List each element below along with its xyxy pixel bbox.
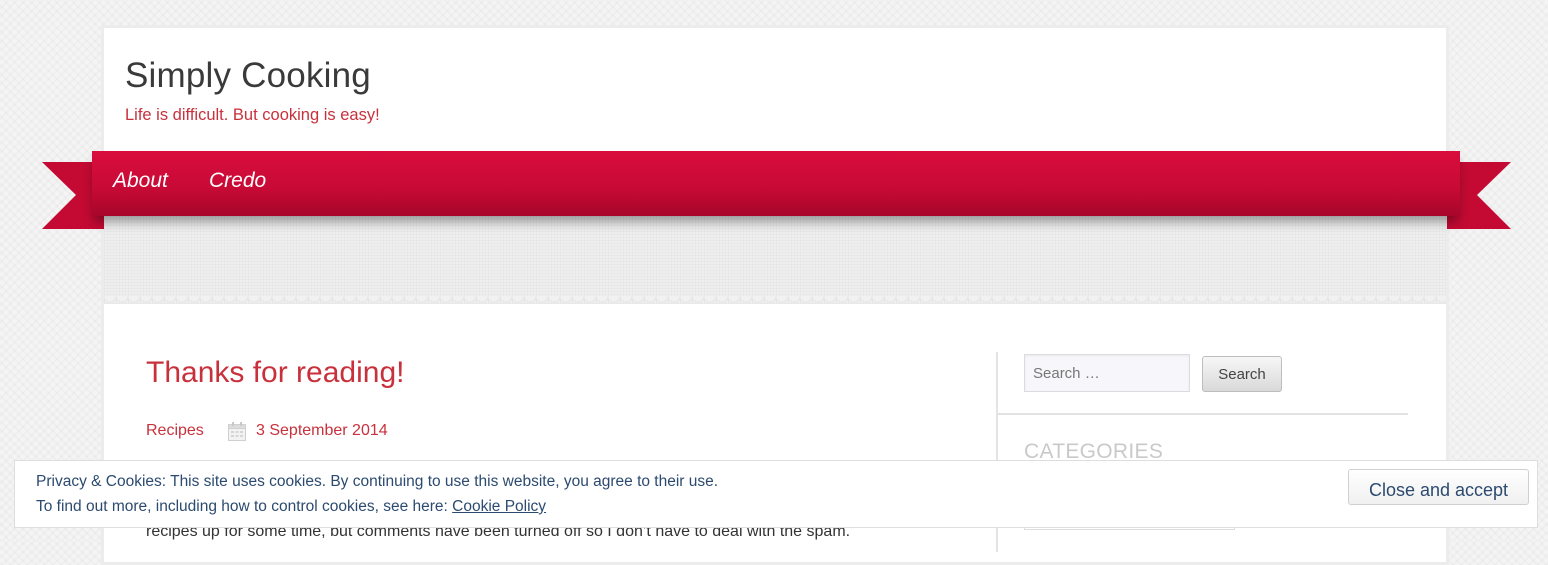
cookie-policy-line: To find out more, including how to contr… [36,498,546,516]
scalloped-edge [104,296,1446,310]
widget-divider [998,413,1408,415]
post-date-link[interactable]: 3 September 2014 [256,422,388,440]
post-category-link[interactable]: Recipes [146,422,204,440]
close-and-accept-button[interactable]: Close and accept [1348,469,1529,505]
search-input[interactable] [1024,354,1190,392]
cookie-notice-text: Privacy & Cookies: This site uses cookie… [36,473,719,490]
nav-item-about[interactable]: About [113,169,168,193]
calendar-icon [228,422,246,441]
site-title[interactable]: Simply Cooking [125,56,371,96]
cookie-consent-bar: Privacy & Cookies: This site uses cookie… [14,460,1538,528]
post-title[interactable]: Thanks for reading! [146,356,404,390]
nav-item-credo[interactable]: Credo [209,169,266,193]
search-button[interactable]: Search [1202,356,1282,392]
header-linen-band [104,216,1446,304]
cookie-policy-prefix: To find out more, including how to contr… [36,498,453,515]
cookie-policy-link[interactable]: Cookie Policy [452,498,546,515]
site-description: Life is difficult. But cooking is easy! [125,106,380,124]
main-navigation: About Credo [92,151,1460,216]
